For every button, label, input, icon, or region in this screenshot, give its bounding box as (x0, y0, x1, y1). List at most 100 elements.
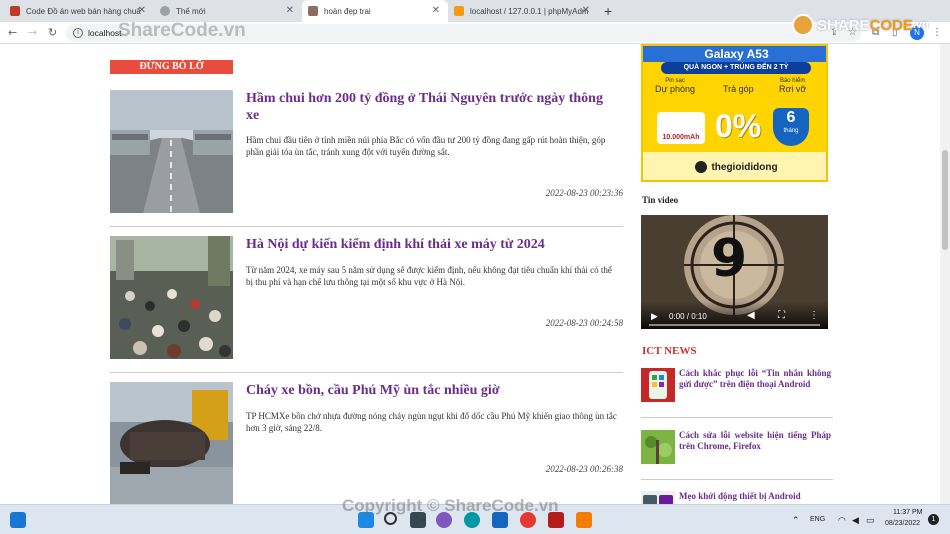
tunnel-photo (110, 90, 233, 213)
article-item[interactable]: Hầm chui hơn 200 tỷ đồng ở Thái Nguyên t… (110, 90, 623, 227)
tab-title: hoàn đẹp trai (324, 6, 371, 16)
info-icon[interactable]: i (73, 28, 83, 38)
ict-news-title[interactable]: Cách khắc phục lỗi “Tin nhắn không gửi đ… (679, 368, 831, 390)
article-date: 2022-08-23 00:24:58 (545, 318, 623, 328)
article-date: 2022-08-23 00:23:36 (545, 188, 623, 198)
ict-news-item[interactable]: Cách khắc phục lỗi “Tin nhắn không gửi đ… (641, 368, 833, 418)
watermark-bottom: Copyright © ShareCode.vn (342, 496, 559, 515)
clock-time[interactable]: 11:37 PM (893, 509, 922, 516)
close-icon[interactable]: ✕ (286, 6, 294, 16)
video-section-heading: Tin video (642, 195, 679, 205)
article-description: Hầm chui đầu tiên ở tỉnh miền núi phía B… (246, 135, 606, 157)
ad-option-big: Trả góp (723, 84, 754, 94)
tab-hoan-dep-trai[interactable]: hoàn đẹp trai ✕ (302, 0, 448, 22)
insurance-months-number: 6 (786, 109, 796, 126)
phpmyadmin-favicon-icon (454, 6, 464, 16)
power-bank-badge: 10.000mAh (657, 112, 705, 144)
article-item[interactable]: Hà Nội dự kiến kiểm định khí thải xe máy… (110, 236, 623, 373)
article-title[interactable]: Hà Nội dự kiến kiểm định khí thải xe máy… (246, 236, 618, 253)
logo-domain: .vn (912, 19, 929, 31)
ict-news-heading: ICT NEWS (642, 345, 697, 357)
wifi-icon[interactable]: ◠ (838, 515, 846, 526)
ad-option-installment: Trả góp (723, 84, 754, 94)
logo-share: SHARE (817, 16, 870, 34)
tab-title: Thế mới (176, 6, 206, 16)
notification-badge[interactable]: 1 (928, 514, 939, 525)
fullscreen-icon[interactable]: ⛶ (778, 310, 785, 321)
sharecode-logo-icon (792, 14, 814, 36)
ad-option-big: Rơi vỡ (779, 84, 807, 94)
ict-news-title[interactable]: Cách sửa lỗi website hiện tiếng Pháp trê… (679, 430, 831, 452)
article-title[interactable]: Cháy xe bồn, cầu Phú Mỹ ùn tắc nhiều giờ (246, 382, 618, 399)
play-icon[interactable]: ▶ (651, 311, 658, 322)
reload-icon[interactable]: ↻ (48, 26, 57, 39)
watermark-top: ShareCode.vn (118, 20, 246, 41)
tab-title: Code Đồ án web bán hàng chuẩ (26, 6, 141, 16)
zero-percent-badge: 0% (715, 108, 762, 144)
scrollbar-thumb[interactable] (942, 150, 948, 250)
article-title[interactable]: Hầm chui hơn 200 tỷ đồng ở Thái Nguyên t… (246, 90, 618, 124)
xampp-icon[interactable] (576, 512, 592, 528)
article-thumbnail[interactable] (110, 90, 233, 213)
ict-news-item[interactable]: Cách sửa lỗi website hiện tiếng Pháp trê… (641, 430, 833, 480)
ict-news-thumbnail[interactable] (641, 430, 675, 464)
insurance-months-label: tháng (783, 128, 799, 134)
ad-option-power-bank: Pin sạc Dự phòng (655, 78, 695, 94)
brand-name: thegioididong (711, 161, 778, 173)
url-text: localhost (88, 28, 122, 38)
traffic-photo (110, 236, 233, 359)
ad-headline: Galaxy A53 (643, 46, 826, 62)
tanker-fire-photo (110, 382, 233, 504)
new-tab-icon[interactable]: + (604, 3, 612, 19)
forward-arrow-icon[interactable]: → (28, 26, 37, 39)
back-arrow-icon[interactable]: ← (8, 26, 17, 39)
sharecode-favicon-icon (10, 6, 20, 16)
battery-icon[interactable]: ▭ (866, 515, 875, 526)
close-icon[interactable]: ✕ (432, 6, 440, 16)
more-options-icon[interactable]: ⋮ (809, 310, 819, 321)
menu-kebab-icon[interactable]: ⋮ (932, 27, 942, 38)
volume-icon[interactable]: ◀ (747, 310, 755, 321)
logo-code: CODE (869, 16, 913, 34)
ad-option-big: Dự phòng (655, 84, 696, 94)
globe-icon (160, 6, 170, 16)
tray-chevron-icon[interactable]: ⌃ (792, 515, 800, 526)
video-player[interactable]: 9 ▶ 0:00 / 0:10 ◀ ⛶ ⋮ (641, 215, 828, 329)
video-controls: ▶ 0:00 / 0:10 ◀ ⛶ ⋮ (641, 301, 828, 329)
tab-code-do-an[interactable]: Code Đồ án web bán hàng chuẩ ✕ (4, 0, 154, 22)
ad-brand: thegioididong (643, 152, 826, 180)
tab-the-moi[interactable]: Thế mới ✕ (154, 0, 302, 22)
insurance-shield-icon: 6 tháng (773, 108, 809, 146)
video-progress-bar[interactable] (649, 324, 820, 326)
page-scrollbar[interactable] (940, 44, 950, 504)
ict-news-thumbnail[interactable] (641, 491, 675, 504)
widgets-icon[interactable] (10, 512, 26, 528)
advertisement-banner[interactable]: Galaxy A53 QUÀ NGON + TRÚNG ĐẾN 2 TỶ Pin… (641, 44, 828, 182)
ict-news-thumbnail[interactable] (641, 368, 675, 402)
clock-date[interactable]: 08/23/2022 (885, 520, 920, 527)
article-thumbnail[interactable] (110, 382, 233, 504)
article-description: TP HCMXe bồn chở nhựa đường nóng cháy ng… (246, 411, 617, 433)
article-description: Từ năm 2024, xe máy sau 5 năm sử dụng sẽ… (246, 265, 612, 287)
power-bank-amount: 10.000mAh (662, 134, 700, 141)
ict-news-title[interactable]: Mẹo khởi động thiết bị Android (679, 491, 831, 502)
avatar-favicon-icon (308, 6, 318, 16)
ict-news-item[interactable]: Mẹo khởi động thiết bị Android (641, 491, 833, 504)
close-icon[interactable]: ✕ (582, 6, 590, 16)
ad-option-insurance: Bảo hiểm Rơi vỡ (779, 78, 806, 94)
article-thumbnail[interactable] (110, 236, 233, 359)
plant-thumb (641, 430, 675, 464)
article-date: 2022-08-23 00:26:38 (545, 464, 623, 474)
tab-phpmyadmin[interactable]: localhost / 127.0.0.1 | phpMyAdmin ✕ (448, 0, 598, 22)
volume-icon[interactable]: ◀ (852, 515, 859, 526)
section-label: ĐỪNG BỎ LỠ (110, 60, 233, 74)
tab-title: localhost / 127.0.0.1 | phpMyAdmin (470, 6, 588, 16)
close-icon[interactable]: ✕ (138, 6, 146, 16)
brand-logo-icon (695, 161, 708, 173)
video-countdown-number: 9 (711, 229, 748, 289)
input-language[interactable]: ENG (810, 516, 825, 523)
video-time: 0:00 / 0:10 (669, 312, 707, 321)
article-item[interactable]: Cháy xe bồn, cầu Phú Mỹ ùn tắc nhiều giờ… (110, 382, 623, 504)
phone-apps-thumb (641, 368, 675, 402)
sharecode-logo: SHARE CODE .vn (792, 14, 929, 36)
